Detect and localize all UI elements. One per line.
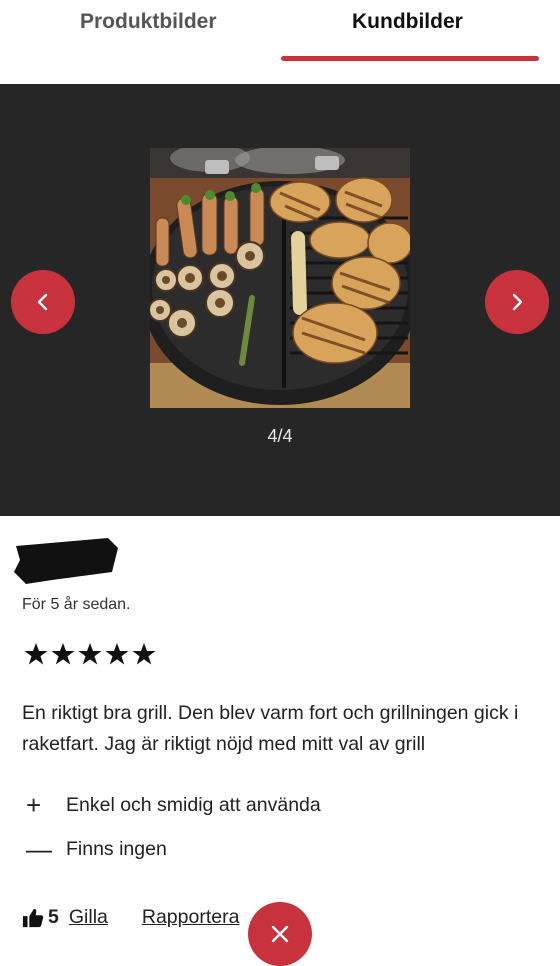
review-date: För 5 år sedan. xyxy=(22,596,131,613)
tab-bar: Produktbilder Kundbilder xyxy=(0,0,560,84)
thumbs-up-icon[interactable] xyxy=(22,907,44,929)
star-icon xyxy=(78,642,102,666)
redacted-reviewer-name xyxy=(14,538,118,584)
plus-icon: + xyxy=(26,790,42,820)
close-icon xyxy=(271,925,289,943)
chevron-left-icon xyxy=(37,293,48,311)
like-button[interactable]: Gilla xyxy=(69,906,108,929)
grill-photo-illustration xyxy=(150,148,410,408)
active-tab-indicator xyxy=(281,56,539,61)
star-icon xyxy=(24,642,48,666)
review-body: En riktigt bra grill. Den blev varm fort… xyxy=(22,702,519,755)
chevron-right-icon xyxy=(512,293,523,311)
tab-customer-images[interactable]: Kundbilder xyxy=(352,10,463,34)
previous-image-button[interactable] xyxy=(11,270,75,334)
con-text: Finns ingen xyxy=(66,837,167,860)
close-button[interactable] xyxy=(248,902,312,966)
review-pro: + Enkel och smidig att använda xyxy=(26,792,321,818)
image-counter: 4/4 xyxy=(267,426,293,446)
minus-icon: — xyxy=(26,834,52,864)
tab-product-images[interactable]: Produktbilder xyxy=(80,10,217,34)
pro-text: Enkel och smidig att använda xyxy=(66,793,321,816)
star-rating xyxy=(24,642,156,666)
image-gallery: 4/4 xyxy=(0,84,560,516)
customer-photo[interactable] xyxy=(150,148,410,408)
star-icon xyxy=(51,642,75,666)
review-actions: 5 Gilla Rapportera xyxy=(22,906,239,929)
review-con: — Finns ingen xyxy=(26,836,167,862)
report-button[interactable]: Rapportera xyxy=(142,906,240,929)
star-icon xyxy=(132,642,156,666)
next-image-button[interactable] xyxy=(485,270,549,334)
like-count: 5 xyxy=(48,906,59,928)
star-icon xyxy=(105,642,129,666)
